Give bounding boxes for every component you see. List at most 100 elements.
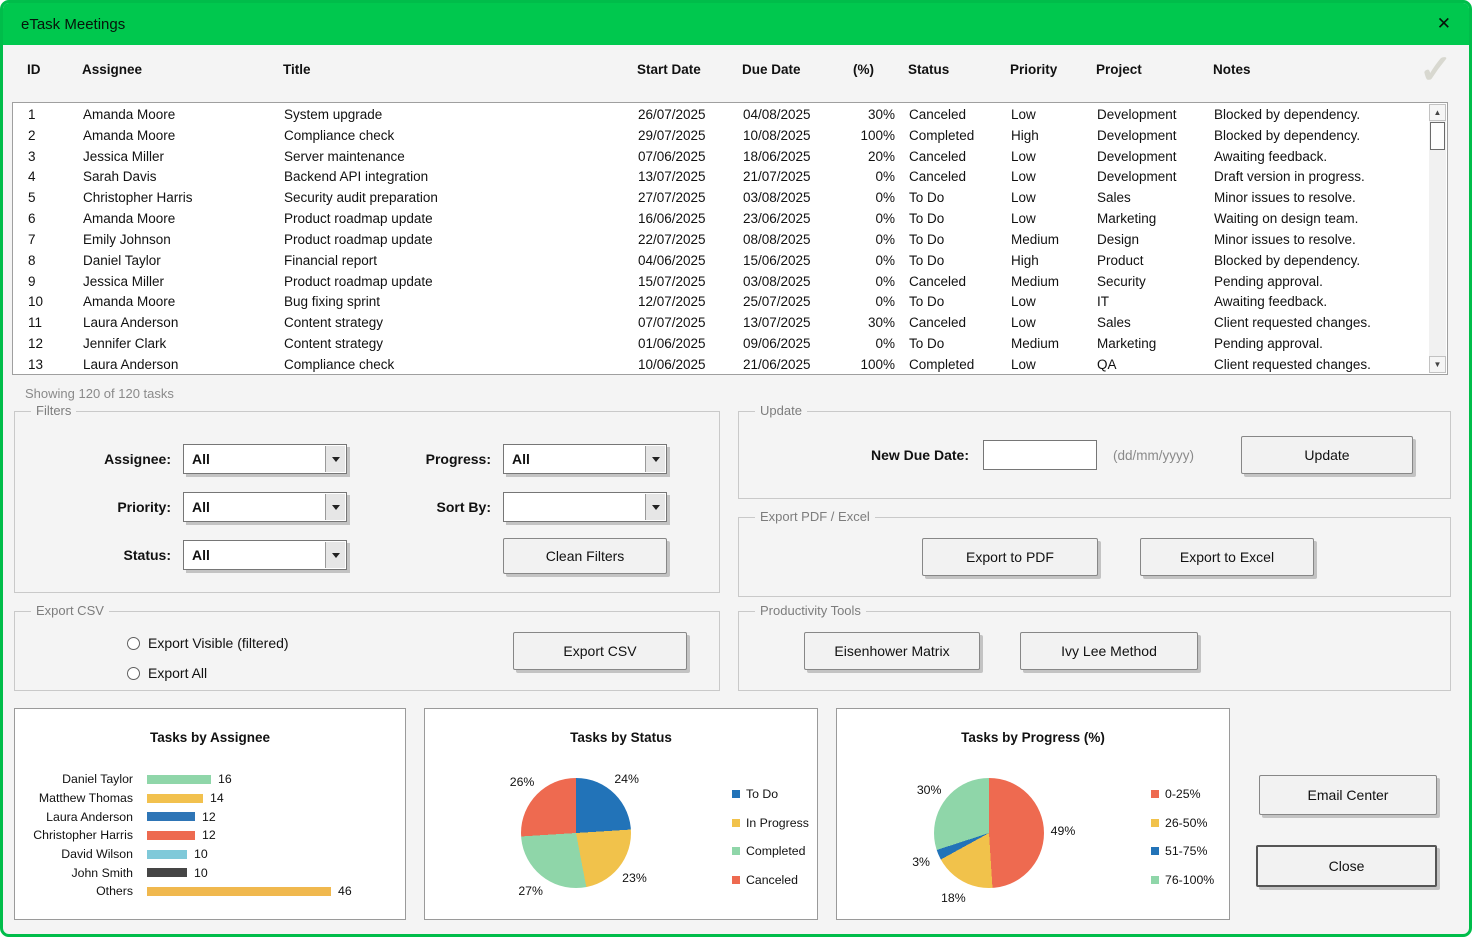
table-row[interactable]: 6Amanda MooreProduct roadmap update16/06…: [28, 208, 1429, 229]
assignee-filter-dropdown[interactable]: All: [183, 444, 347, 474]
table-cell: Low: [1011, 190, 1097, 205]
table-cell: Low: [1011, 357, 1097, 372]
table-cell: Sales: [1097, 315, 1214, 330]
table-cell: 3: [28, 149, 83, 164]
table-row[interactable]: 10Amanda MooreBug fixing sprint12/07/202…: [28, 291, 1429, 312]
priority-filter-dropdown[interactable]: All: [183, 492, 347, 522]
dropdown-button[interactable]: [645, 494, 665, 520]
table-cell: 5: [28, 190, 83, 205]
dropdown-button[interactable]: [325, 446, 345, 472]
table-cell: 03/08/2025: [743, 190, 854, 205]
due-date-input[interactable]: [983, 440, 1097, 470]
table-cell: Product roadmap update: [284, 211, 638, 226]
scroll-down-button[interactable]: ▼: [1429, 356, 1446, 373]
column-header[interactable]: ID: [27, 62, 82, 77]
progress-filter-dropdown[interactable]: All: [503, 444, 667, 474]
table-cell: 7: [28, 232, 83, 247]
column-header[interactable]: Priority: [1010, 62, 1096, 77]
table-cell: To Do: [909, 211, 1011, 226]
export-all-radio[interactable]: [127, 667, 140, 680]
table-cell: Content strategy: [284, 315, 638, 330]
table-cell: 12: [28, 336, 83, 351]
table-cell: Client requested changes.: [1214, 357, 1429, 372]
tasks-by-status-chart: Tasks by Status To DoIn ProgressComplete…: [424, 708, 818, 920]
table-row[interactable]: 7Emily JohnsonProduct roadmap update22/0…: [28, 229, 1429, 250]
column-header[interactable]: Notes: [1213, 62, 1428, 77]
table-cell: 27/07/2025: [638, 190, 743, 205]
sort-by-dropdown[interactable]: [503, 492, 667, 522]
table-cell: Backend API integration: [284, 169, 638, 184]
legend-label: Canceled: [746, 873, 798, 887]
table-cell: Canceled: [909, 107, 1011, 122]
table-cell: Jennifer Clark: [83, 336, 284, 351]
table-row[interactable]: 12Jennifer ClarkContent strategy01/06/20…: [28, 333, 1429, 354]
new-due-date-label: New Due Date:: [759, 440, 969, 470]
table-scrollbar[interactable]: ▲ ▼: [1429, 104, 1446, 373]
column-header[interactable]: Due Date: [742, 62, 853, 77]
column-header[interactable]: Assignee: [82, 62, 283, 77]
ivy-lee-method-button[interactable]: Ivy Lee Method: [1020, 632, 1198, 670]
table-cell: 20%: [854, 149, 909, 164]
table-row[interactable]: 5Christopher HarrisSecurity audit prepar…: [28, 187, 1429, 208]
table-row[interactable]: 11Laura AndersonContent strategy07/07/20…: [28, 312, 1429, 333]
table-row[interactable]: 13Laura AndersonCompliance check10/06/20…: [28, 354, 1429, 373]
table-row[interactable]: 1Amanda MooreSystem upgrade26/07/202504/…: [28, 104, 1429, 125]
column-header[interactable]: Project: [1096, 62, 1213, 77]
eisenhower-matrix-button[interactable]: Eisenhower Matrix: [804, 632, 980, 670]
bar-value-label: 12: [202, 828, 216, 842]
legend-swatch: [732, 847, 740, 855]
column-header[interactable]: (%): [853, 62, 908, 77]
table-cell: Christopher Harris: [83, 190, 284, 205]
table-row[interactable]: 3Jessica MillerServer maintenance07/06/2…: [28, 146, 1429, 167]
table-cell: Security: [1097, 274, 1214, 289]
export-all-label: Export All: [148, 665, 207, 681]
table-cell: Completed: [909, 128, 1011, 143]
legend-item: 26-50%: [1151, 809, 1214, 838]
table-cell: Blocked by dependency.: [1214, 128, 1429, 143]
table-cell: Product: [1097, 253, 1214, 268]
bar-value-label: 10: [194, 866, 208, 880]
export-visible-radio[interactable]: [127, 637, 140, 650]
status-filter-dropdown[interactable]: All: [183, 540, 347, 570]
dropdown-button[interactable]: [325, 542, 345, 568]
update-button[interactable]: Update: [1241, 436, 1413, 474]
export-to-excel-button[interactable]: Export to Excel: [1140, 538, 1314, 576]
pie-slice-label: 49%: [1051, 824, 1076, 838]
table-cell: Bug fixing sprint: [284, 294, 638, 309]
export-pdf-excel-legend: Export PDF / Excel: [755, 509, 875, 524]
table-cell: Canceled: [909, 169, 1011, 184]
table-row[interactable]: 4Sarah DavisBackend API integration13/07…: [28, 166, 1429, 187]
column-header[interactable]: Title: [283, 62, 637, 77]
priority-filter-label: Priority:: [25, 492, 171, 522]
scroll-up-button[interactable]: ▲: [1429, 104, 1446, 121]
export-csv-button[interactable]: Export CSV: [513, 632, 687, 670]
legend-label: In Progress: [746, 816, 809, 830]
table-cell: Canceled: [909, 274, 1011, 289]
bar-row: David Wilson10: [15, 845, 405, 864]
productivity-tools-groupbox: Productivity Tools Eisenhower Matrix Ivy…: [738, 611, 1451, 691]
column-header[interactable]: Status: [908, 62, 1010, 77]
table-cell: Server maintenance: [284, 149, 638, 164]
export-to-pdf-button[interactable]: Export to PDF: [922, 538, 1098, 576]
table-cell: Compliance check: [284, 357, 638, 372]
chevron-down-icon: [332, 553, 340, 558]
dropdown-button[interactable]: [325, 494, 345, 520]
column-header[interactable]: Start Date: [637, 62, 742, 77]
close-button[interactable]: Close: [1256, 845, 1437, 887]
legend-label: 26-50%: [1165, 816, 1207, 830]
table-cell: 0%: [854, 232, 909, 247]
table-cell: 07/07/2025: [638, 315, 743, 330]
table-row[interactable]: 8Daniel TaylorFinancial report04/06/2025…: [28, 250, 1429, 271]
window-close-button[interactable]: ✕: [1437, 14, 1451, 34]
table-cell: 12/07/2025: [638, 294, 743, 309]
table-cell: 2: [28, 128, 83, 143]
email-center-button[interactable]: Email Center: [1259, 775, 1437, 815]
table-cell: 23/06/2025: [743, 211, 854, 226]
table-row[interactable]: 9Jessica MillerProduct roadmap update15/…: [28, 271, 1429, 292]
table-cell: 29/07/2025: [638, 128, 743, 143]
scrollbar-thumb[interactable]: [1430, 122, 1445, 150]
table-cell: Pending approval.: [1214, 274, 1429, 289]
table-row[interactable]: 2Amanda MooreCompliance check29/07/20251…: [28, 125, 1429, 146]
dropdown-button[interactable]: [645, 446, 665, 472]
clean-filters-button[interactable]: Clean Filters: [503, 538, 667, 574]
